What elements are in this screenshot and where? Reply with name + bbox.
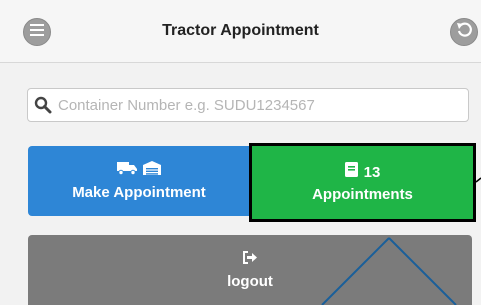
container-search[interactable] (27, 88, 469, 122)
logout-button[interactable]: logout (28, 235, 472, 305)
appointments-label: Appointments (312, 186, 413, 203)
appointments-header: 13 (344, 162, 381, 182)
warehouse-icon (143, 161, 161, 180)
app-header: Tractor Appointment (0, 0, 481, 63)
logout-label: logout (227, 272, 273, 290)
truck-icon (117, 161, 137, 180)
make-appointment-label: Make Appointment (72, 184, 206, 201)
back-button[interactable] (450, 18, 478, 46)
make-appointment-button[interactable]: Make Appointment (28, 146, 250, 216)
sign-out-icon (242, 250, 258, 269)
book-icon (344, 162, 358, 182)
make-appointment-icons (117, 161, 161, 180)
annotation-pointer-line (475, 177, 481, 183)
menu-button[interactable] (23, 18, 51, 46)
search-icon (34, 96, 52, 114)
appointments-count: 13 (363, 163, 381, 181)
back-icon (456, 22, 472, 43)
appointments-button[interactable]: 13 Appointments (249, 143, 476, 222)
container-number-input[interactable] (58, 96, 468, 114)
menu-icon (30, 23, 44, 41)
page-title: Tractor Appointment (162, 22, 319, 39)
